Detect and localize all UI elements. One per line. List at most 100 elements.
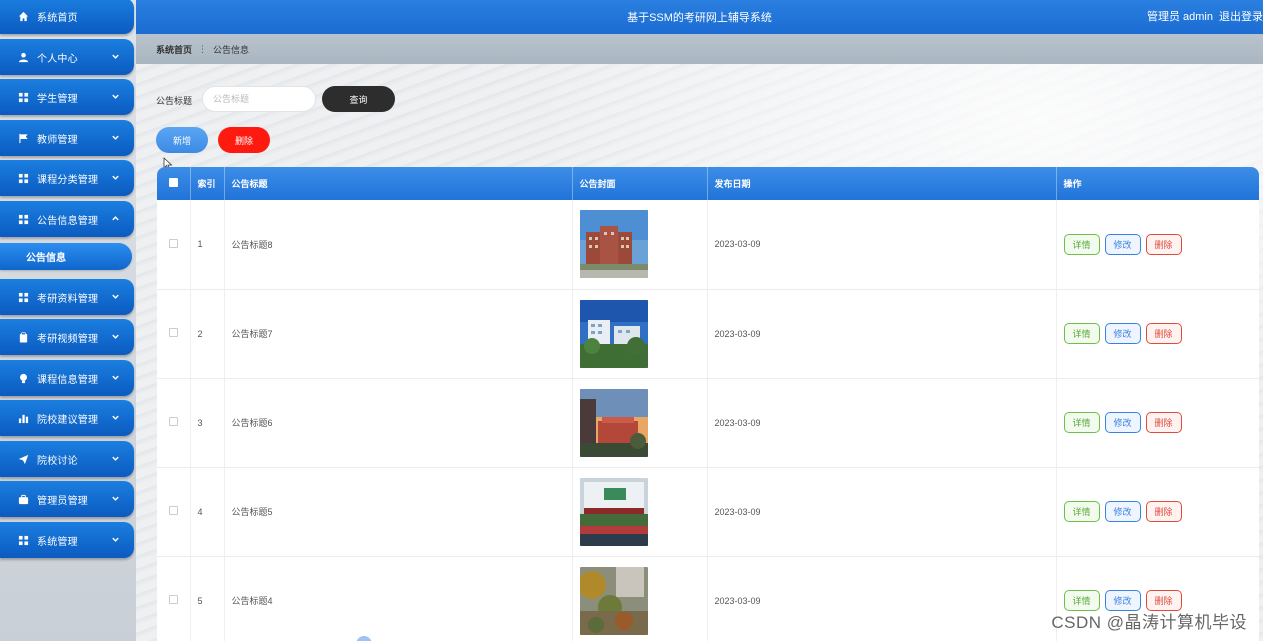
cover-image bbox=[579, 477, 648, 546]
grid-icon bbox=[18, 173, 29, 184]
detail-button[interactable]: 详情 bbox=[1063, 412, 1100, 433]
sidebar-item-label: 管理员管理 bbox=[37, 495, 88, 507]
sidebar-item-materials[interactable]: 考研资料管理 bbox=[0, 279, 134, 315]
row-delete-button[interactable]: 删除 bbox=[1145, 233, 1182, 255]
sidebar-item-label: 系统首页 bbox=[37, 12, 78, 24]
sidebar-item-profile[interactable]: 个人中心 bbox=[0, 39, 134, 75]
select-all-checkbox[interactable] bbox=[168, 178, 178, 187]
bar-chart-icon bbox=[18, 413, 29, 424]
sidebar-item-students[interactable]: 学生管理 bbox=[0, 79, 134, 115]
row-date: 2023-03-09 bbox=[707, 467, 1057, 556]
detail-button[interactable]: 详情 bbox=[1063, 233, 1100, 255]
home-icon bbox=[18, 11, 29, 22]
search-input[interactable] bbox=[202, 86, 316, 112]
edit-button[interactable]: 修改 bbox=[1104, 501, 1141, 522]
column-header-cover: 公告封面 bbox=[572, 167, 708, 200]
row-cover-cell bbox=[572, 289, 708, 378]
row-date: 2023-03-09 bbox=[707, 378, 1057, 467]
sidebar-item-course-categories[interactable]: 课程分类管理 bbox=[0, 160, 134, 196]
chevron-down-icon bbox=[111, 454, 120, 463]
sidebar-item-admins[interactable]: 管理员管理 bbox=[0, 481, 134, 517]
row-index: 3 bbox=[190, 378, 225, 467]
sidebar-item-label: 考研资料管理 bbox=[37, 293, 99, 305]
row-delete-button[interactable]: 删除 bbox=[1145, 501, 1182, 522]
column-header-index: 索引 bbox=[190, 167, 225, 200]
delete-button[interactable]: 删除 bbox=[218, 127, 270, 153]
sidebar-item-announcements[interactable]: 公告信息管理 bbox=[0, 201, 134, 237]
edit-button[interactable]: 修改 bbox=[1104, 323, 1141, 344]
row-delete-button[interactable]: 删除 bbox=[1145, 323, 1182, 344]
detail-button[interactable]: 详情 bbox=[1063, 323, 1100, 344]
detail-button[interactable]: 详情 bbox=[1063, 501, 1100, 522]
table-row: 4 公告标题5 2023-03-09 详情 修改 删除 bbox=[157, 467, 1259, 556]
sidebar-item-label: 院校讨论 bbox=[37, 455, 78, 467]
row-cover-cell bbox=[572, 200, 708, 289]
cover-image bbox=[579, 388, 648, 457]
sidebar-item-label: 课程信息管理 bbox=[37, 374, 99, 386]
select-all-cell[interactable] bbox=[157, 167, 191, 200]
user-icon bbox=[18, 52, 29, 63]
briefcase-icon bbox=[18, 494, 29, 505]
sidebar-item-label: 教师管理 bbox=[37, 134, 78, 146]
table-row: 3 公告标题6 2023-03-09 详情 修改 删除 bbox=[157, 378, 1259, 467]
chevron-down-icon bbox=[111, 292, 120, 301]
row-title: 公告标题8 bbox=[224, 200, 573, 289]
chevron-down-icon bbox=[111, 52, 120, 61]
sidebar-item-discussion[interactable]: 院校讨论 bbox=[0, 441, 134, 477]
row-delete-button[interactable]: 删除 bbox=[1145, 412, 1182, 433]
add-button[interactable]: 新增 bbox=[156, 127, 208, 153]
sidebar-item-label: 系统管理 bbox=[37, 536, 78, 548]
sidebar-item-label: 考研视频管理 bbox=[37, 333, 99, 345]
table-row: 1 公告标题8 2023-03-09 详情 修改 删除 bbox=[157, 200, 1259, 289]
row-index: 1 bbox=[190, 200, 225, 289]
sidebar-item-label: 公告信息管理 bbox=[37, 215, 99, 227]
row-checkbox[interactable] bbox=[168, 595, 178, 604]
cover-image bbox=[579, 566, 648, 635]
row-checkbox[interactable] bbox=[168, 238, 178, 248]
sidebar-item-videos[interactable]: 考研视频管理 bbox=[0, 319, 134, 355]
row-date: 2023-03-09 bbox=[707, 289, 1057, 378]
sidebar-item-suggestions[interactable]: 院校建议管理 bbox=[0, 400, 134, 436]
row-checkbox[interactable] bbox=[168, 506, 178, 515]
app-title: 基于SSM的考研网上辅导系统 bbox=[627, 12, 772, 24]
chevron-down-icon bbox=[111, 92, 120, 101]
edit-button[interactable]: 修改 bbox=[1104, 233, 1141, 255]
chevron-down-icon bbox=[111, 413, 120, 422]
edit-button[interactable]: 修改 bbox=[1104, 412, 1141, 433]
sidebar-item-label: 院校建议管理 bbox=[37, 414, 99, 426]
breadcrumb: 系统首页 ⋮ 公告信息 bbox=[136, 34, 1263, 64]
row-actions: 详情 修改 删除 bbox=[1056, 378, 1259, 467]
sidebar-subitem-announcement-info[interactable]: 公告信息 bbox=[0, 243, 132, 270]
row-checkbox[interactable] bbox=[168, 328, 178, 337]
logout-link[interactable]: 退出登录 bbox=[1219, 8, 1263, 24]
grid-icon bbox=[18, 92, 29, 103]
chevron-down-icon bbox=[111, 373, 120, 382]
query-button[interactable]: 查询 bbox=[322, 86, 395, 112]
column-header-date: 发布日期 bbox=[707, 167, 1057, 200]
grid-icon bbox=[18, 214, 29, 225]
clipboard-icon bbox=[18, 331, 29, 343]
content-area: 公告标题 查询 新增 删除 索引 公告标题 公告封面 发布日期 操作 bbox=[136, 64, 1263, 641]
sidebar-item-home[interactable]: 系统首页 bbox=[0, 0, 134, 34]
cover-image bbox=[579, 210, 648, 279]
grid-icon bbox=[18, 535, 29, 546]
row-actions: 详情 修改 删除 bbox=[1056, 289, 1259, 378]
chevron-down-icon bbox=[111, 133, 120, 142]
row-checkbox[interactable] bbox=[168, 417, 178, 426]
grid-icon bbox=[18, 292, 29, 303]
send-icon bbox=[18, 454, 29, 465]
row-index: 2 bbox=[190, 289, 225, 378]
chevron-up-icon bbox=[111, 214, 120, 223]
chevron-down-icon bbox=[111, 173, 120, 182]
row-cover-cell bbox=[572, 378, 708, 467]
top-bar: 基于SSM的考研网上辅导系统 管理员 admin 退出登录 bbox=[136, 0, 1263, 34]
column-header-actions: 操作 bbox=[1063, 179, 1082, 189]
sidebar: 系统首页 个人中心 学生管理 教师管理 课程分类管理 公告信息管理 公告信息 考… bbox=[0, 0, 136, 641]
sidebar-item-system[interactable]: 系统管理 bbox=[0, 522, 134, 558]
sidebar-item-teachers[interactable]: 教师管理 bbox=[0, 120, 134, 156]
column-header-title: 公告标题 bbox=[224, 167, 573, 200]
watermark: CSDN @晶涛计算机毕设 bbox=[1051, 613, 1247, 632]
sidebar-item-courses[interactable]: 课程信息管理 bbox=[0, 360, 134, 396]
breadcrumb-home[interactable]: 系统首页 bbox=[156, 43, 192, 56]
search-label: 公告标题 bbox=[156, 96, 193, 106]
